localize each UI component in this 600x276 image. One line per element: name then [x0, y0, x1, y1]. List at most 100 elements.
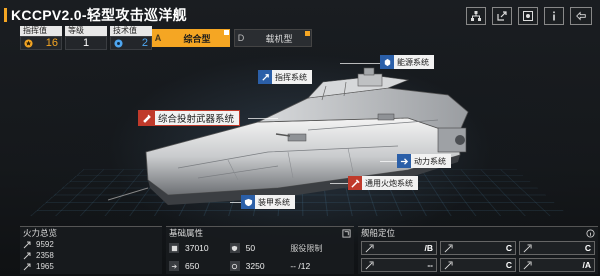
command-star-icon	[24, 38, 33, 48]
stat-tech-label: 技术值	[110, 26, 152, 36]
panel-firepower-title: 火力总览	[23, 228, 58, 238]
stat-tech: 技术值 2	[110, 26, 152, 50]
position-cell[interactable]: C	[519, 241, 595, 255]
stat-level-value: 1	[82, 37, 90, 49]
firepower-value: 9592	[36, 240, 54, 249]
callout-artillery-system[interactable]: 通用火炮系统	[348, 176, 418, 190]
position-cell[interactable]: /B	[361, 241, 437, 255]
info-icon[interactable]	[544, 7, 564, 25]
tab-general-label: 综合型	[183, 33, 211, 44]
attr-speed: 650	[169, 259, 230, 273]
panel-base-title: 基础属性	[169, 228, 204, 238]
callout-command-system[interactable]: 指挥系统	[258, 70, 312, 84]
attr-limit-value: -- /12	[290, 261, 311, 271]
position-cell[interactable]: C	[440, 258, 516, 272]
leader-energy	[340, 63, 380, 64]
attr-speed-value: 650	[185, 261, 200, 271]
callout-weapons-label: 综合投射武器系统	[158, 114, 235, 125]
firepower-value: 2358	[36, 251, 54, 260]
firepower-row: 1965	[20, 261, 162, 272]
hp-icon	[169, 243, 179, 253]
firepower-row: 2358	[20, 250, 162, 261]
stat-command: 指挥值 16	[20, 26, 62, 50]
stats-row: 指挥值 16 等级 1 技术值 2	[20, 26, 152, 50]
callout-armor-label: 装甲系统	[258, 197, 290, 207]
callout-artillery-label: 通用火炮系统	[365, 178, 413, 188]
ship-model	[108, 67, 469, 205]
role-icon	[523, 243, 532, 252]
stat-level-value-box: 1	[65, 36, 107, 50]
attr-armor: 50	[229, 241, 291, 255]
role-icon	[365, 260, 374, 269]
position-grade: /A	[582, 260, 592, 270]
callout-weapons-system[interactable]: 综合投射武器系统	[138, 110, 241, 126]
energy-icon	[380, 55, 394, 69]
callout-energy-system[interactable]: 能源系统	[380, 55, 434, 69]
base-attributes-grid: 37010 50 服役限制 650 3250 -- /12	[166, 239, 354, 273]
missile-icon	[139, 110, 155, 126]
leader-artillery	[330, 183, 348, 184]
tab-carrier-label: 载机型	[265, 33, 293, 44]
callout-armor-system[interactable]: 装甲系统	[241, 195, 295, 209]
weapon-type-icon	[23, 263, 31, 270]
callout-command-label: 指挥系统	[275, 72, 307, 82]
command-icon	[258, 70, 272, 84]
tab-corner-marker	[305, 31, 310, 36]
stat-command-value: 16	[45, 37, 58, 49]
share-icon[interactable]	[492, 7, 512, 25]
info-icon[interactable]	[586, 228, 595, 238]
position-grade: C	[584, 243, 591, 253]
position-grade: /B	[424, 243, 434, 253]
armor-icon	[229, 243, 240, 253]
attr-hp-value: 37010	[185, 243, 209, 253]
engine-icon	[397, 154, 411, 168]
title-row: KCCPV2.0-轻型攻击巡洋舰	[4, 6, 187, 24]
stat-command-label: 指挥值	[20, 26, 62, 36]
tab-general-letter: A	[154, 33, 162, 43]
tab-carrier-letter: D	[237, 33, 245, 43]
position-cell[interactable]: /A	[519, 258, 595, 272]
leader-power	[380, 161, 398, 162]
cannon-icon	[348, 176, 362, 190]
position-grid: /B C C -- C /A	[358, 239, 598, 272]
tech-gear-icon	[114, 38, 123, 48]
position-cell[interactable]: C	[440, 241, 516, 255]
stat-level: 等级 1	[65, 26, 107, 50]
attr-armor-value: 50	[245, 243, 256, 253]
attr-range-value: 3250	[245, 261, 265, 271]
hierarchy-icon[interactable]	[466, 7, 486, 25]
range-icon	[229, 261, 240, 271]
target-icon[interactable]	[518, 7, 538, 25]
tab-general[interactable]: A 综合型	[152, 29, 230, 47]
role-icon	[444, 260, 453, 269]
expand-icon[interactable]	[342, 228, 351, 238]
back-icon[interactable]	[570, 7, 592, 25]
variant-tabs: A 综合型 D 载机型	[152, 29, 312, 47]
panel-ship-position: 舰船定位 /B C C -- C /A	[358, 226, 598, 274]
panel-position-title: 舰船定位	[361, 228, 396, 238]
attr-hp: 37010	[169, 241, 230, 255]
position-grade: C	[505, 243, 512, 253]
callout-power-label: 动力系统	[414, 156, 446, 166]
top-toolbar	[466, 7, 592, 25]
tab-carrier[interactable]: D 载机型	[234, 29, 312, 47]
stat-command-value-box: 16	[20, 36, 62, 50]
speed-icon	[169, 261, 179, 271]
attr-range: 3250	[229, 259, 291, 273]
position-grade: --	[427, 260, 433, 270]
page-title: KCCPV2.0-轻型攻击巡洋舰	[11, 7, 187, 23]
panel-position-header: 舰船定位	[358, 227, 598, 239]
callout-energy-label: 能源系统	[397, 57, 429, 67]
weapon-type-icon	[23, 252, 31, 259]
shield-icon	[241, 195, 255, 209]
position-cell[interactable]: --	[361, 258, 437, 272]
leader-weapons	[248, 118, 278, 119]
stat-tech-value-box: 2	[110, 36, 152, 50]
callout-power-system[interactable]: 动力系统	[397, 154, 451, 168]
firepower-row: 9592	[20, 239, 162, 250]
panel-firepower-header: 火力总览	[20, 227, 162, 239]
panel-firepower: 火力总览 9592 2358 1965	[20, 226, 162, 274]
stat-level-label: 等级	[65, 26, 107, 36]
role-icon	[444, 243, 453, 252]
panel-base-attributes: 基础属性 37010 50 服役限制 650 3250 -- /12	[166, 226, 354, 274]
